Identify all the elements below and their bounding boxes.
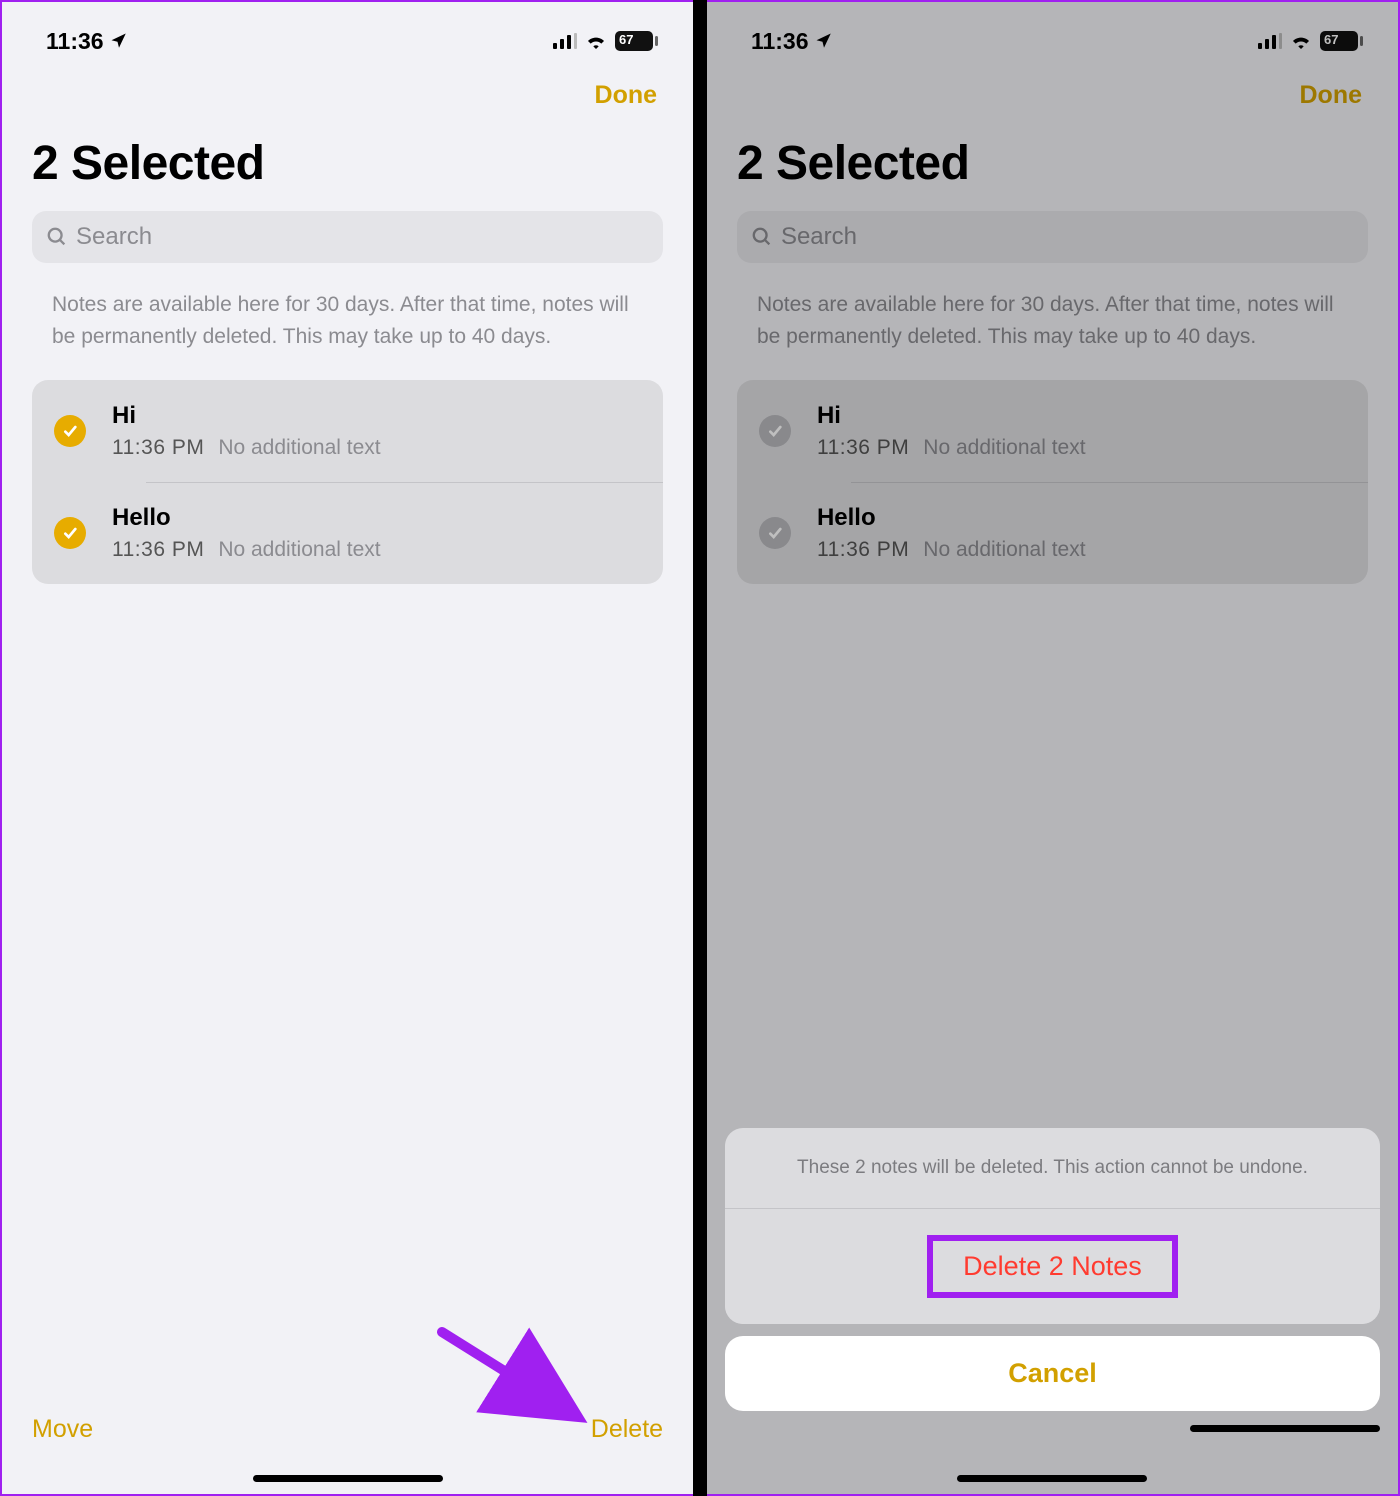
battery-level: 67 [619,32,633,47]
battery-icon: 67 [615,31,653,51]
cellular-icon [553,33,577,49]
highlight-box: Delete 2 Notes [927,1235,1178,1298]
phone-right: 11:36 67 Done 2 Selected Notes are avail… [705,0,1400,1496]
note-preview: No additional text [218,436,380,460]
delete-notes-label: Delete 2 Notes [963,1251,1142,1281]
wifi-icon [585,33,607,49]
cancel-label: Cancel [1008,1358,1097,1388]
note-list: Hi 11:36 PM No additional text Hello 11:… [32,380,663,584]
cancel-button[interactable]: Cancel [725,1336,1380,1411]
action-sheet: These 2 notes will be deleted. This acti… [707,1128,1398,1495]
search-field[interactable] [32,211,663,263]
retention-hint: Notes are available here for 30 days. Af… [32,289,663,352]
phone-left: 11:36 67 Done 2 Selected Notes are avail… [0,0,695,1496]
note-row[interactable]: Hi 11:36 PM No additional text [32,380,663,482]
delete-notes-button[interactable]: Delete 2 Notes [725,1209,1380,1324]
bottom-toolbar: Move Delete [2,1415,693,1494]
note-time: 11:36 PM [112,538,204,562]
note-row[interactable]: Hello 11:36 PM No additional text [32,482,663,584]
move-button[interactable]: Move [32,1415,93,1444]
note-preview: No additional text [218,538,380,562]
note-time: 11:36 PM [112,436,204,460]
status-bar: 11:36 67 [32,2,663,62]
screenshot-divider [693,0,707,1496]
done-button[interactable]: Done [595,81,658,110]
search-input[interactable] [76,223,649,251]
check-icon[interactable] [54,415,86,447]
home-indicator [1190,1425,1380,1432]
home-indicator [253,1475,443,1482]
check-icon[interactable] [54,517,86,549]
nav-bar: Done [32,62,663,128]
delete-button[interactable]: Delete [591,1415,663,1444]
search-icon [46,226,68,248]
location-icon [110,32,128,50]
sheet-message: These 2 notes will be deleted. This acti… [725,1128,1380,1210]
note-title: Hello [112,504,645,532]
note-title: Hi [112,402,645,430]
status-time: 11:36 [46,28,104,55]
page-title: 2 Selected [32,136,663,191]
